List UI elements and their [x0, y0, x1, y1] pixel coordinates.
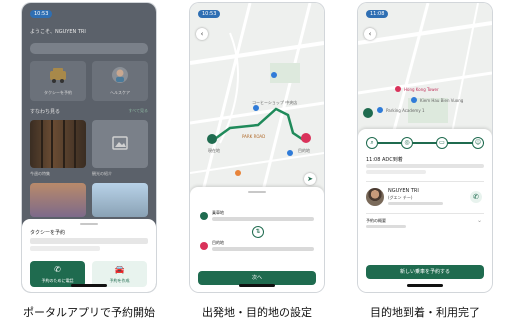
home-indicator	[71, 284, 107, 287]
status-time: 10:53	[198, 10, 221, 18]
back-button[interactable]: ‹	[364, 28, 376, 40]
back-icon: ‹	[368, 30, 372, 38]
back-button[interactable]: ‹	[196, 28, 208, 40]
route-bottom-sheet: 乗車地 ⇅ 目的地 次へ	[190, 187, 324, 292]
phone-icon: ✆	[54, 265, 61, 274]
service-card-taxi[interactable]: タクシーを予約	[30, 61, 86, 101]
driver-vehicle-info	[388, 202, 443, 205]
sheet-description	[30, 246, 100, 251]
destination-address	[212, 247, 314, 251]
avatar	[366, 188, 384, 206]
sheet-description	[30, 238, 148, 244]
pickup-pin	[207, 134, 217, 144]
progress-line	[378, 142, 484, 144]
status-description	[366, 170, 426, 174]
back-icon: ‹	[200, 30, 204, 38]
phone-icon: ✆	[473, 193, 479, 201]
arrival-pin	[363, 108, 373, 118]
sheet-title: タクシーを予約	[30, 230, 66, 236]
phone-screen-arrival: Hong Kong Tower Kiem Hau Bien Vuong Park…	[358, 3, 492, 292]
step-caption: ポータルアプリで予約開始	[23, 306, 155, 319]
pickup-title: 乗車地	[212, 210, 224, 215]
home-indicator	[239, 284, 275, 287]
greeting-text: ようこそ、NGUYEN TRI	[30, 29, 86, 35]
destination-map-tag: 目的地	[298, 148, 310, 153]
destination-field[interactable]: 目的地	[196, 237, 318, 257]
image-placeholder-thumbnail[interactable]	[92, 120, 148, 168]
sky-thumbnail[interactable]	[92, 183, 148, 217]
service-card-healthcare[interactable]: ヘルスケア	[92, 61, 148, 101]
arrival-status: 11:08 ADC到着	[366, 157, 403, 163]
home-indicator	[407, 284, 443, 287]
pickup-dot-icon	[200, 212, 208, 220]
map-poi-label: Hong Kong Tower	[404, 87, 439, 92]
service-card-label: タクシーを予約	[44, 90, 72, 95]
divider	[366, 213, 484, 214]
map-poi-label: PARK ROAD	[242, 134, 266, 139]
booking-bottom-sheet: タクシーを予約 ✆ 予約のために電話 🚘 予約を作成	[22, 219, 156, 292]
thumbnail-caption: 観光の紹介	[92, 171, 112, 176]
pickup-map-tag: 現在地	[208, 148, 220, 153]
driver-name: NGUYEN TRI	[388, 188, 419, 194]
next-button[interactable]: 次へ	[198, 271, 316, 285]
tree-lines	[41, 120, 76, 168]
my-location-button[interactable]: ➤	[304, 173, 316, 185]
reservation-summary-title: 予約の概要	[366, 218, 386, 223]
image-icon	[112, 136, 128, 150]
sheet-handle[interactable]	[80, 223, 98, 225]
step-caption: 目的地到着・利用完了	[370, 306, 480, 319]
status-time: 10:53	[30, 10, 53, 18]
person-icon: ☺	[472, 137, 484, 149]
trip-progress-bar: ⌕ ◎ ▭ ☺	[366, 137, 484, 149]
map-poi-label: Parking Academy 1	[386, 108, 425, 113]
service-card-label: ヘルスケア	[110, 90, 130, 95]
search-icon: ⌕	[366, 137, 378, 149]
thumbnail-caption: 今週の特集	[30, 171, 50, 176]
status-time: 11:08	[366, 10, 389, 18]
chevron-down-icon[interactable]: ⌄	[477, 217, 482, 224]
phone-screen-route-setup: コーヒーショップ 中央店 PARK ROAD 現在地 目的地 10:53 ‹ ➤…	[190, 3, 324, 292]
swap-icon: ⇅	[255, 228, 261, 235]
sheet-handle[interactable]	[248, 191, 266, 193]
status-description	[366, 164, 484, 168]
car-icon: 🚘	[114, 265, 125, 274]
divider	[366, 181, 484, 182]
step-caption: 出発地・目的地の設定	[202, 306, 312, 319]
reservation-summary-text	[366, 225, 406, 228]
map-view[interactable]: コーヒーショップ 中央店 PARK ROAD 現在地 目的地	[190, 3, 324, 204]
pickup-field[interactable]: 乗車地	[196, 207, 318, 227]
phone-screen-booking-start: 10:53 ようこそ、NGUYEN TRI タクシーを予約 ヘルスケア すなわち…	[22, 3, 156, 292]
pickup-address	[212, 217, 314, 221]
location-icon: ➤	[307, 175, 313, 183]
call-driver-button[interactable]: ✆	[470, 191, 482, 203]
see-all-link[interactable]: すべて見る	[128, 108, 148, 114]
forest-thumbnail[interactable]	[30, 120, 86, 168]
destination-dot-icon	[200, 242, 208, 250]
map-poi-label: コーヒーショップ 中央店	[252, 100, 298, 105]
arrival-bottom-sheet: ⌕ ◎ ▭ ☺ 11:08 ADC到着 NGUYEN TRI (グエン チー) …	[358, 129, 492, 292]
section-title: すなわち見る	[30, 109, 61, 115]
driver-name-kana: (グエン チー)	[388, 195, 413, 200]
landscape-thumbnail[interactable]	[30, 183, 86, 217]
book-new-ride-button[interactable]: 新しい乗車を予約する	[366, 265, 484, 279]
destination-title: 目的地	[212, 240, 224, 245]
destination-pin	[301, 133, 311, 143]
search-bar[interactable]	[30, 43, 148, 54]
driver-card: NGUYEN TRI (グエン チー) ✆	[366, 187, 484, 209]
map-poi-label: Kiem Hau Bien Vuong	[420, 98, 464, 103]
taxi-ride-icon: ▭	[436, 137, 448, 149]
car-icon: ◎	[401, 137, 413, 149]
